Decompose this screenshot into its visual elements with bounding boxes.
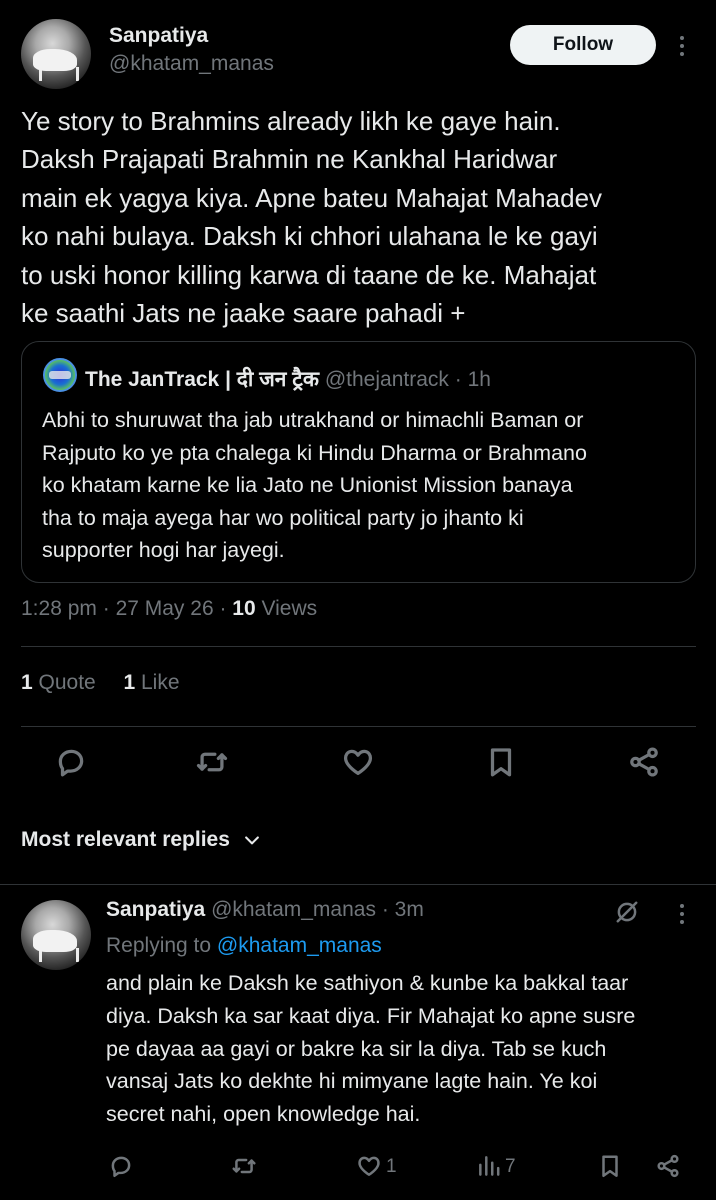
quotes-count: 1 [21, 671, 33, 694]
reply-views-count: 7 [505, 1156, 516, 1177]
divider [21, 646, 696, 647]
author-handle[interactable]: @khatam_manas [109, 52, 274, 76]
quotes-stat[interactable]: 1 Quote [21, 671, 96, 694]
divider [0, 884, 716, 885]
post-time[interactable]: 1:28 pm [21, 597, 97, 620]
share-icon[interactable] [627, 745, 661, 779]
reply-more-options-icon[interactable] [680, 904, 684, 924]
quoted-post-header: The JanTrack | दी जन ट्रैक @thejantrack … [85, 365, 491, 393]
likes-stat[interactable]: 1 Like [123, 671, 179, 694]
separator-dot: · [381, 898, 395, 921]
chevron-down-icon [245, 836, 259, 845]
quotes-label: Quote [38, 671, 96, 694]
bookmark-icon[interactable] [484, 745, 518, 779]
quoted-post-text: Abhi to shuruwat tha jab utrakhand or hi… [42, 408, 587, 562]
quoted-post-age: 1h [467, 368, 491, 391]
replying-to-line: Replying to @khatam_manas [106, 934, 382, 958]
reply-header: Sanpatiya @khatam_manas · 3m [106, 898, 424, 922]
reply-icon[interactable] [54, 745, 88, 779]
replies-sort-label: Most relevant replies [21, 828, 230, 851]
post-timestamp: 1:28 pm · 27 May 26 · 10 Views [21, 597, 317, 621]
replies-sort-dropdown[interactable]: Most relevant replies [21, 828, 262, 852]
quoted-post-card[interactable]: The JanTrack | दी जन ट्रैक @thejantrack … [21, 341, 696, 583]
more-options-icon[interactable] [680, 36, 684, 56]
views-label: Views [261, 597, 318, 620]
grok-icon[interactable] [614, 899, 640, 925]
reply-avatar[interactable] [21, 900, 91, 970]
reply-age: 3m [394, 898, 424, 921]
reply-likes-count: 1 [386, 1156, 397, 1177]
reply-analytics-icon[interactable] [476, 1153, 502, 1179]
replying-to-handle[interactable]: @khatam_manas [217, 934, 382, 957]
engagement-stats: 1 Quote 1 Like [21, 671, 180, 695]
avatar[interactable] [21, 19, 91, 89]
heart-icon[interactable] [341, 745, 375, 779]
reply-heart-icon[interactable] [356, 1153, 382, 1179]
likes-count: 1 [123, 671, 136, 694]
reply-text: and plain ke Daksh ke sathiyon & kunbe k… [106, 971, 636, 1127]
replying-to-prefix: Replying to [106, 934, 212, 957]
quoted-display-name[interactable]: The JanTrack | दी जन ट्रैक [85, 368, 319, 391]
views-count: 10 [232, 597, 256, 620]
separator-dot: · [454, 368, 468, 391]
likes-label: Like [140, 671, 180, 694]
divider [21, 726, 696, 727]
reply-reply-icon[interactable] [108, 1153, 134, 1179]
author-display-name[interactable]: Sanpatiya [109, 24, 208, 48]
reply-display-name[interactable]: Sanpatiya [106, 898, 205, 921]
post-date[interactable]: 27 May 26 [116, 597, 214, 620]
reply-handle[interactable]: @khatam_manas [211, 898, 376, 921]
repost-icon[interactable] [195, 745, 229, 779]
follow-button[interactable]: Follow [510, 25, 656, 65]
reply-bookmark-icon[interactable] [597, 1153, 623, 1179]
separator-dot: · [219, 597, 233, 620]
post-text: Ye story to Brahmins already likh ke gay… [21, 106, 603, 329]
quoted-handle[interactable]: @thejantrack [325, 368, 449, 391]
separator-dot: · [102, 597, 116, 620]
reply-share-icon[interactable] [655, 1153, 681, 1179]
reply-repost-icon[interactable] [231, 1153, 257, 1179]
quoted-avatar[interactable] [43, 358, 77, 392]
